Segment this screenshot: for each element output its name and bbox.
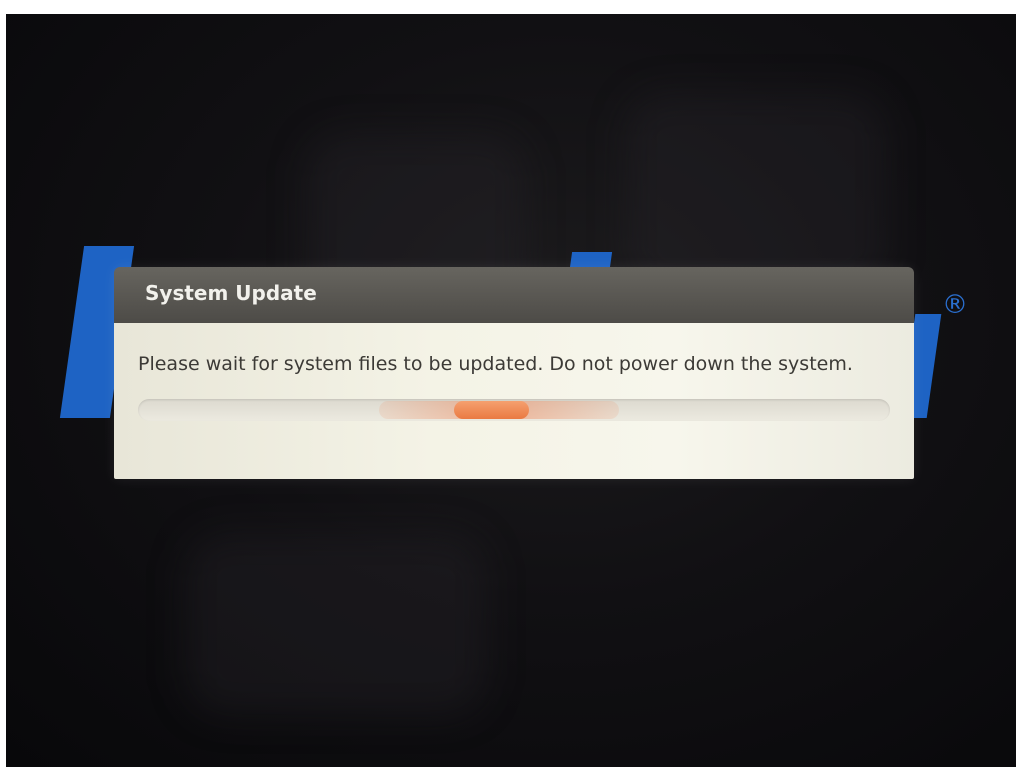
progress-bar xyxy=(138,399,890,421)
photo-frame: ® System Update Please wait for system f… xyxy=(0,0,1020,771)
dialog-titlebar[interactable]: System Update xyxy=(114,267,914,323)
dialog-title: System Update xyxy=(145,281,317,305)
update-message: Please wait for system files to be updat… xyxy=(138,353,853,375)
monitor-screen: ® System Update Please wait for system f… xyxy=(6,14,1016,767)
progress-indicator xyxy=(453,401,530,419)
dialog-body: Please wait for system files to be updat… xyxy=(114,323,914,479)
system-update-dialog: System Update Please wait for system fil… xyxy=(114,267,914,479)
registered-mark-icon: ® xyxy=(942,290,968,320)
background-blur xyxy=(626,94,886,294)
background-blur xyxy=(186,534,486,714)
